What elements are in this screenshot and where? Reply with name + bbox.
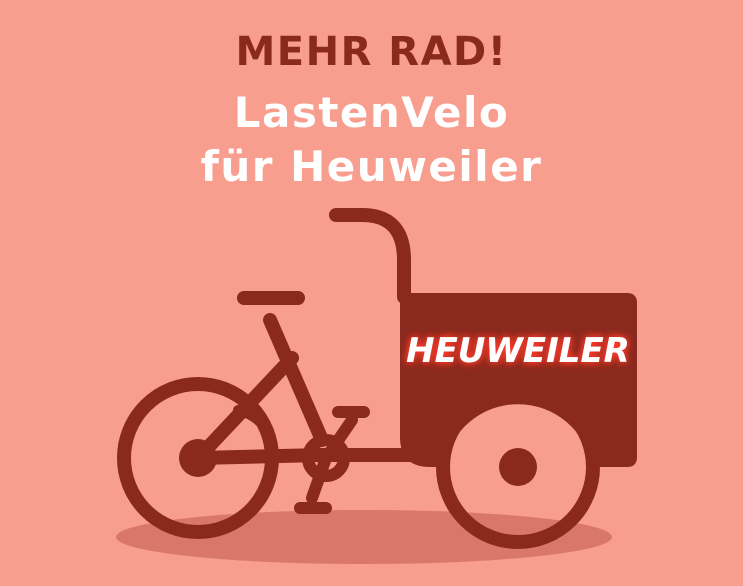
cargo-box-label: HEUWEILER bbox=[406, 331, 630, 371]
cargo-bike-icon: HEUWEILER bbox=[116, 208, 637, 564]
front-hub bbox=[499, 448, 537, 486]
handlebar bbox=[329, 208, 411, 304]
cargo-box bbox=[400, 293, 637, 467]
chain-guard bbox=[233, 405, 279, 460]
poster: MEHR RAD! LastenVelo für Heuweiler HEUWE… bbox=[0, 0, 743, 586]
rear-hub bbox=[179, 439, 217, 477]
